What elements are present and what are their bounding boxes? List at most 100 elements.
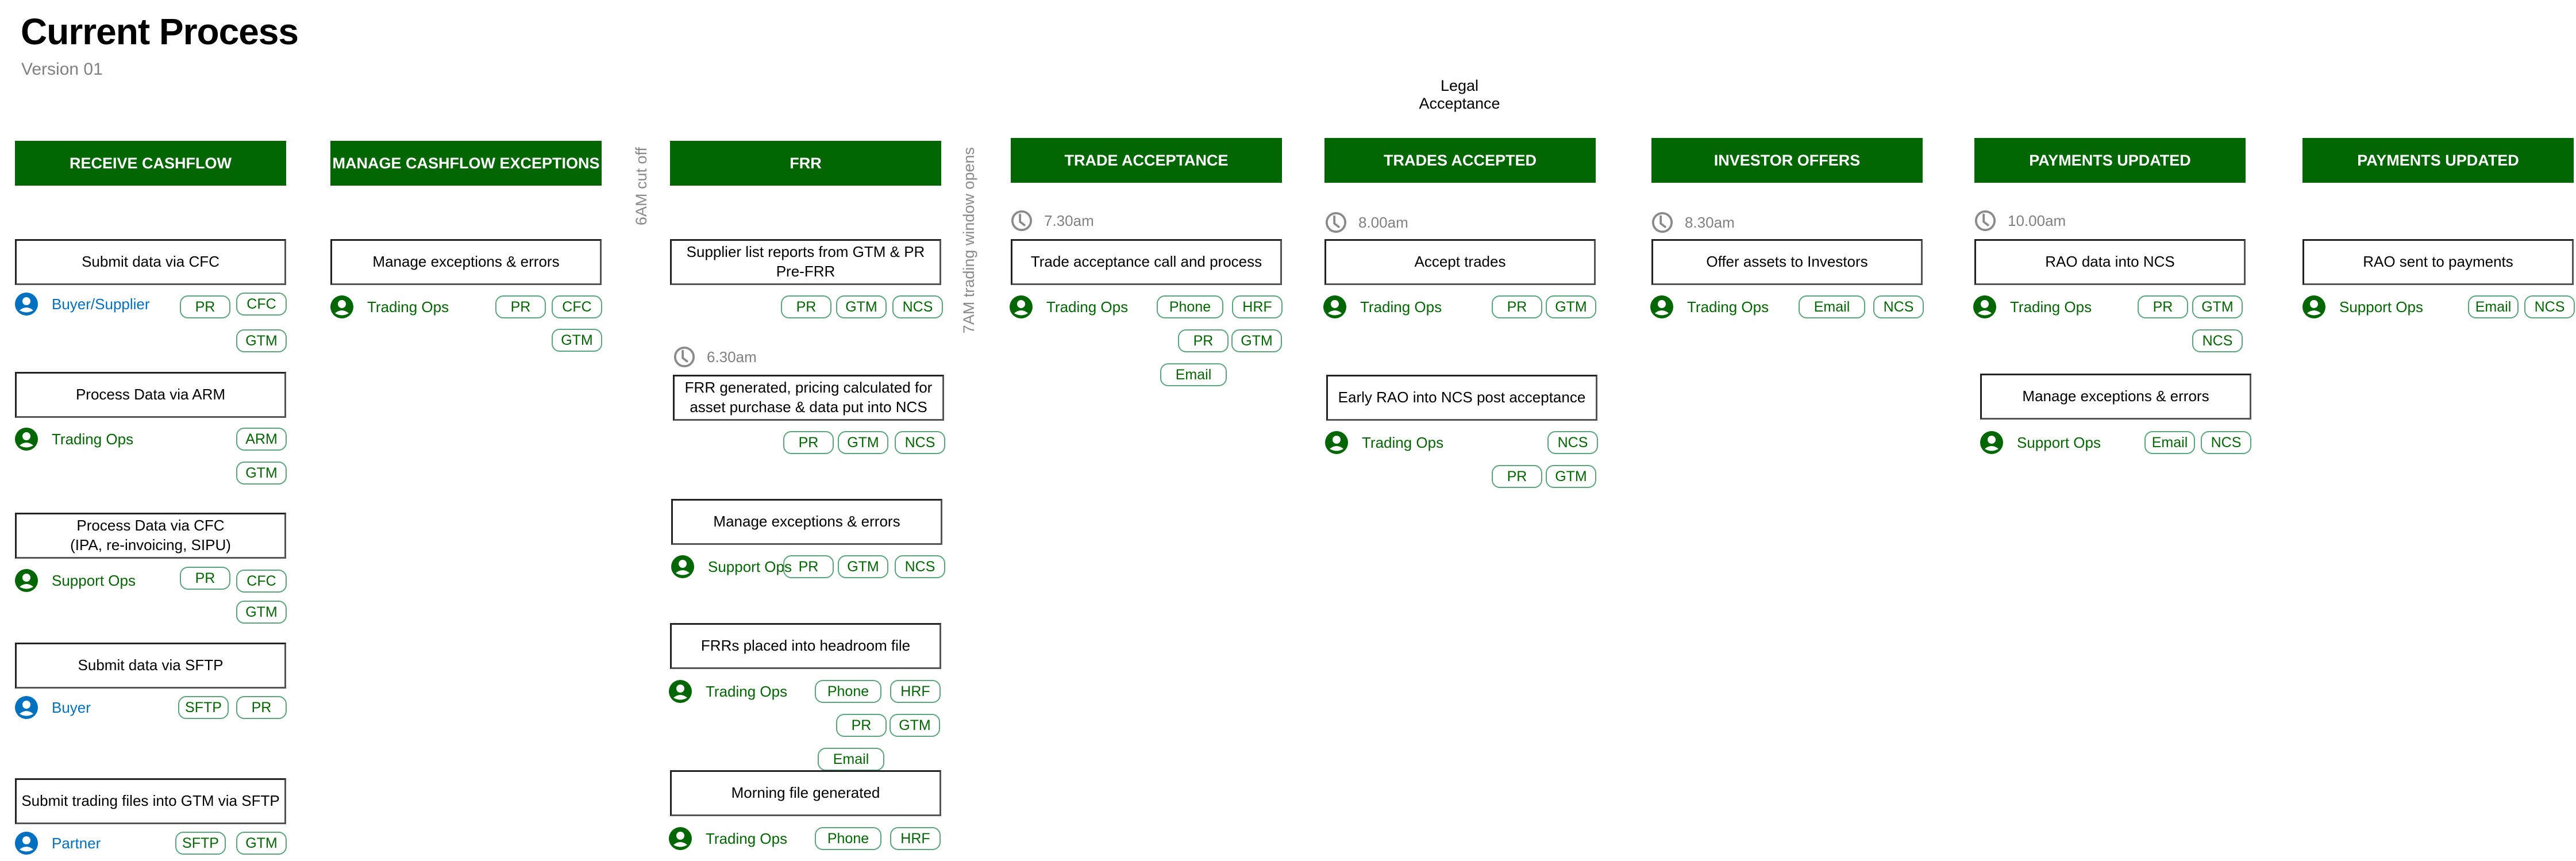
actor-name: Trading Ops [1046, 298, 1129, 316]
system-tag: GTM [236, 462, 287, 485]
system-tag: GTM [1546, 295, 1596, 318]
trading-window-7am-marker: 7AM trading window opens [960, 147, 977, 334]
actor-label: Buyer [15, 696, 91, 719]
system-tag: CFC [236, 570, 287, 593]
person-icon [669, 827, 692, 850]
system-tag: NCS [2192, 329, 2243, 352]
actor-label: Trading Ops [669, 680, 787, 703]
process-step[interactable]: Manage exceptions & errors [330, 239, 602, 285]
process-step[interactable]: Submit data via SFTP [15, 643, 286, 689]
system-tag: SFTP [175, 832, 226, 855]
process-step[interactable]: Process Data via ARM [15, 372, 286, 418]
actor-name: Trading Ops [1687, 298, 1769, 316]
version-label: Version 01 [21, 60, 103, 79]
system-tag: PR [180, 295, 230, 318]
process-step[interactable]: Manage exceptions & errors [671, 499, 942, 545]
person-icon [15, 832, 38, 855]
process-step[interactable]: Submit data via CFC [15, 239, 286, 285]
process-step[interactable]: Trade acceptance call and process [1011, 239, 1282, 285]
system-tag: GTM [836, 295, 887, 318]
person-icon [15, 293, 38, 316]
actor-name: Trading Ops [367, 298, 449, 316]
actor-name: Support Ops [2017, 433, 2101, 451]
process-step[interactable]: Submit trading files into GTM via SFTP [15, 778, 286, 824]
time-value: 8.30am [1685, 213, 1735, 231]
process-step[interactable]: RAO sent to payments [2302, 239, 2574, 285]
system-tag: GTM [236, 601, 287, 624]
system-tag: PR [783, 431, 834, 454]
person-icon [330, 295, 353, 318]
person-icon [669, 680, 692, 703]
person-icon [1323, 295, 1346, 318]
actor-name: Trading Ops [52, 430, 134, 448]
step-line: FRR generated, pricing calculated for [684, 379, 933, 397]
system-tag: NCS [1873, 295, 1924, 318]
system-tag: Email [1799, 295, 1865, 318]
process-step[interactable]: RAO data into NCS [1974, 239, 2246, 285]
cutoff-6am-marker: 6AM cut off [633, 147, 650, 226]
actor-name: Trading Ops [706, 682, 788, 700]
system-tag: GTM [552, 329, 602, 352]
actor-name: Buyer/Supplier [52, 295, 150, 313]
system-tag: ARM [236, 428, 287, 451]
person-icon [1980, 431, 2003, 454]
process-step[interactable]: Process Data via CFC (IPA, re-invoicing,… [15, 513, 286, 559]
clock-icon [1325, 212, 1347, 233]
actor-label: Trading Ops [15, 428, 133, 451]
person-icon [15, 569, 38, 592]
system-tag: NCS [895, 431, 945, 454]
actor-name: Support Ops [52, 571, 136, 589]
person-icon [1010, 295, 1033, 318]
system-tag: GTM [1546, 465, 1596, 488]
time-value: 7.30am [1044, 212, 1094, 229]
system-tag: PR [1492, 295, 1542, 318]
system-tag: Email [1160, 363, 1227, 386]
time-value: 6.30am [707, 348, 757, 366]
system-tag: GTM [2192, 295, 2243, 318]
time-label: 8.00am [1325, 211, 1408, 234]
person-icon [671, 555, 694, 578]
system-tag: CFC [552, 295, 602, 318]
time-label: 6.30am [673, 345, 757, 368]
person-icon [2302, 295, 2325, 318]
process-step[interactable]: FRR generated, pricing calculated for as… [673, 375, 944, 421]
actor-name: Trading Ops [706, 829, 788, 847]
system-tag: PR [2138, 295, 2188, 318]
person-icon [15, 428, 38, 451]
process-step[interactable]: FRRs placed into headroom file [670, 623, 941, 669]
system-tag: PR [236, 696, 287, 719]
system-tag: NCS [895, 555, 945, 578]
process-step[interactable]: Manage exceptions & errors [1980, 374, 2251, 420]
stage-header-frr: FRR [670, 141, 941, 186]
person-icon [1325, 431, 1348, 454]
actor-label: Trading Ops [330, 295, 449, 318]
system-tag: PR [1492, 465, 1542, 488]
actor-name: Support Ops [2339, 298, 2423, 316]
actor-label: Support Ops [2302, 295, 2423, 318]
actor-label: Trading Ops [1650, 295, 1769, 318]
actor-name: Trading Ops [1362, 433, 1444, 451]
person-icon [1973, 295, 1996, 318]
system-tag: GTM [236, 832, 287, 855]
actor-label: Trading Ops [1325, 431, 1443, 454]
actor-label: Support Ops [15, 569, 136, 592]
process-step[interactable]: Morning file generated [670, 770, 941, 816]
stage-header-trades-accepted: TRADES ACCEPTED [1324, 138, 1596, 183]
system-tag: PR [781, 295, 831, 318]
actor-label: Partner [15, 832, 101, 855]
step-line: Supplier list reports from GTM & PR [686, 243, 925, 261]
system-tag: GTM [890, 714, 940, 737]
process-step[interactable]: Supplier list reports from GTM & PR Pre-… [670, 239, 941, 285]
clock-icon [1974, 210, 1996, 232]
stage-header-trade-acceptance: TRADE ACCEPTANCE [1011, 138, 1282, 183]
actor-label: Support Ops [671, 555, 792, 578]
system-tag: PR [836, 714, 887, 737]
clock-icon [1651, 212, 1673, 233]
system-tag: GTM [838, 431, 888, 454]
process-step[interactable]: Accept trades [1324, 239, 1596, 285]
system-tag: GTM [1231, 329, 1282, 352]
process-step[interactable]: Offer assets to Investors [1651, 239, 1923, 285]
process-step[interactable]: Early RAO into NCS post acceptance [1326, 375, 1597, 421]
system-tag: PR [1178, 329, 1229, 352]
actor-label: Support Ops [1980, 431, 2101, 454]
